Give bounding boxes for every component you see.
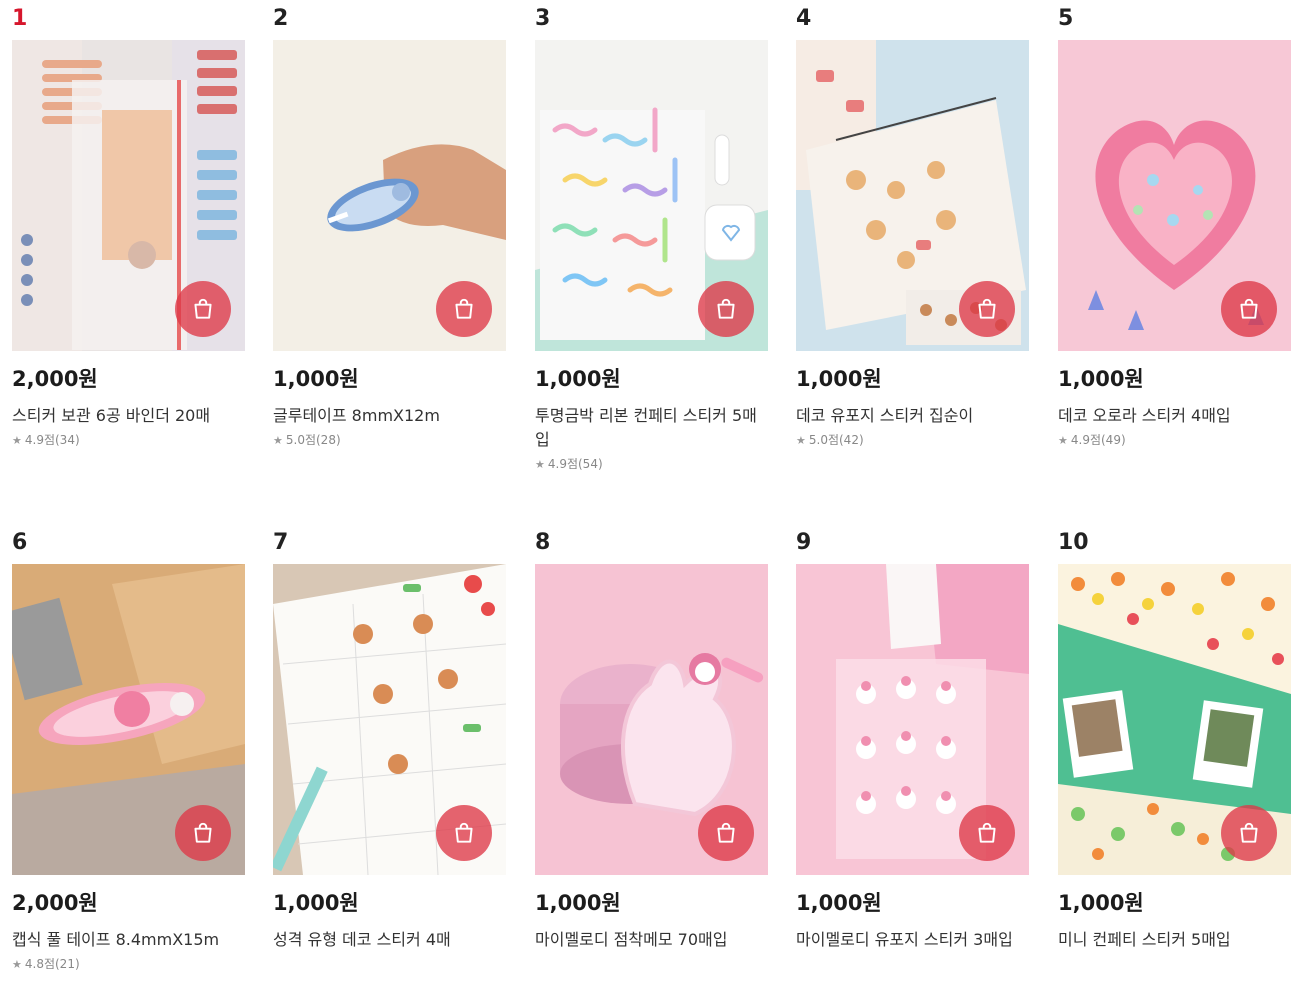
product-name[interactable]: 성격 유형 데코 스티커 4매 — [273, 928, 506, 952]
product-card[interactable]: 3 1,000원 투명금박 리본 컨페티 스티커 5매입 ★ 4.9점(54) — [535, 6, 768, 473]
product-image[interactable] — [796, 40, 1029, 351]
add-to-cart-button[interactable] — [175, 805, 231, 861]
add-to-cart-button[interactable] — [1221, 805, 1277, 861]
product-price: 1,000원 — [535, 891, 621, 915]
product-card[interactable]: 6 2,000원 캡식 풀 테이프 8.4mmX15m ★ 4.8점(21) — [12, 530, 245, 973]
rank-number: 3 — [535, 6, 551, 31]
product-image[interactable] — [535, 40, 768, 351]
product-price: 1,000원 — [1058, 367, 1144, 391]
product-image[interactable] — [1058, 564, 1291, 875]
product-card[interactable]: 1 2,000원 스티커 보관 6공 바인더 20매 ★ 4.9점(34) — [12, 6, 245, 449]
shopping-bag-icon — [1240, 298, 1258, 319]
product-price: 1,000원 — [273, 367, 359, 391]
product-card[interactable]: 8 1,000원 마이멜로디 점착메모 70매입 — [535, 530, 768, 952]
product-price: 1,000원 — [796, 891, 882, 915]
product-name[interactable]: 미니 컨페티 스티커 5매입 — [1058, 928, 1291, 952]
product-price: 2,000원 — [12, 891, 98, 915]
product-image[interactable] — [1058, 40, 1291, 351]
rank-number: 7 — [273, 530, 289, 555]
shopping-bag-icon — [978, 822, 996, 843]
add-to-cart-button[interactable] — [959, 281, 1015, 337]
product-price: 1,000원 — [1058, 891, 1144, 915]
product-rating: ★ 4.9점(34) — [12, 433, 80, 447]
product-name[interactable]: 데코 오로라 스티커 4매입 — [1058, 404, 1291, 428]
product-image[interactable] — [12, 564, 245, 875]
star-icon: ★ — [535, 458, 545, 471]
product-image[interactable] — [796, 564, 1029, 875]
rank-number: 10 — [1058, 530, 1089, 555]
product-price: 2,000원 — [12, 367, 98, 391]
product-name[interactable]: 글루테이프 8mmX12m — [273, 404, 506, 428]
add-to-cart-button[interactable] — [698, 805, 754, 861]
add-to-cart-button[interactable] — [698, 281, 754, 337]
add-to-cart-button[interactable] — [436, 805, 492, 861]
star-icon: ★ — [796, 434, 806, 447]
product-rating: ★ 5.0점(28) — [273, 433, 341, 447]
rank-number: 8 — [535, 530, 551, 555]
product-rating: ★ 4.8점(21) — [12, 957, 80, 971]
product-name[interactable]: 마이멜로디 유포지 스티커 3매입 — [796, 928, 1029, 952]
product-card[interactable]: 5 1,000원 데코 오로라 스티커 4매입 ★ 4.9점(49) — [1058, 6, 1291, 449]
product-card[interactable]: 2 1,000원 글루테이프 8mmX12m ★ 5.0점(28) — [273, 6, 506, 449]
product-price: 1,000원 — [796, 367, 882, 391]
product-image[interactable] — [273, 40, 506, 351]
shopping-bag-icon — [978, 298, 996, 319]
product-card[interactable]: 10 1,000원 미니 컨페티 스티커 5매입 — [1058, 530, 1291, 952]
product-ranking-grid: 1 2,000원 스티커 보관 6공 바인더 20매 ★ 4.9점(34) 2 … — [0, 0, 1310, 984]
rank-number: 2 — [273, 6, 289, 31]
product-name[interactable]: 투명금박 리본 컨페티 스티커 5매입 — [535, 404, 768, 452]
rank-number: 6 — [12, 530, 28, 555]
product-name[interactable]: 마이멜로디 점착메모 70매입 — [535, 928, 768, 952]
product-image[interactable] — [12, 40, 245, 351]
product-rating: ★ 4.9점(54) — [535, 457, 603, 471]
product-name[interactable]: 스티커 보관 6공 바인더 20매 — [12, 404, 245, 428]
star-icon: ★ — [273, 434, 283, 447]
shopping-bag-icon — [455, 298, 473, 319]
rank-number: 1 — [12, 6, 28, 31]
product-rating: ★ 5.0점(42) — [796, 433, 864, 447]
shopping-bag-icon — [455, 822, 473, 843]
shopping-bag-icon — [194, 298, 212, 319]
shopping-bag-icon — [717, 298, 735, 319]
shopping-bag-icon — [1240, 822, 1258, 843]
add-to-cart-button[interactable] — [436, 281, 492, 337]
add-to-cart-button[interactable] — [175, 281, 231, 337]
star-icon: ★ — [12, 434, 22, 447]
rank-number: 4 — [796, 6, 812, 31]
add-to-cart-button[interactable] — [1221, 281, 1277, 337]
star-icon: ★ — [1058, 434, 1068, 447]
product-card[interactable]: 7 1,000원 성격 유형 데코 스티커 4매 — [273, 530, 506, 952]
shopping-bag-icon — [717, 822, 735, 843]
add-to-cart-button[interactable] — [959, 805, 1015, 861]
product-image[interactable] — [273, 564, 506, 875]
product-price: 1,000원 — [273, 891, 359, 915]
product-card[interactable]: 9 1,000원 마이멜로디 유포지 스티커 3매입 — [796, 530, 1029, 952]
product-name[interactable]: 캡식 풀 테이프 8.4mmX15m — [12, 928, 245, 952]
rank-number: 9 — [796, 530, 812, 555]
product-price: 1,000원 — [535, 367, 621, 391]
product-card[interactable]: 4 1,000원 데코 유포지 스티커 집순이 ★ 5.0점(42) — [796, 6, 1029, 449]
rank-number: 5 — [1058, 6, 1074, 31]
product-rating: ★ 4.9점(49) — [1058, 433, 1126, 447]
star-icon: ★ — [12, 958, 22, 971]
product-name[interactable]: 데코 유포지 스티커 집순이 — [796, 404, 1029, 428]
shopping-bag-icon — [194, 822, 212, 843]
product-image[interactable] — [535, 564, 768, 875]
